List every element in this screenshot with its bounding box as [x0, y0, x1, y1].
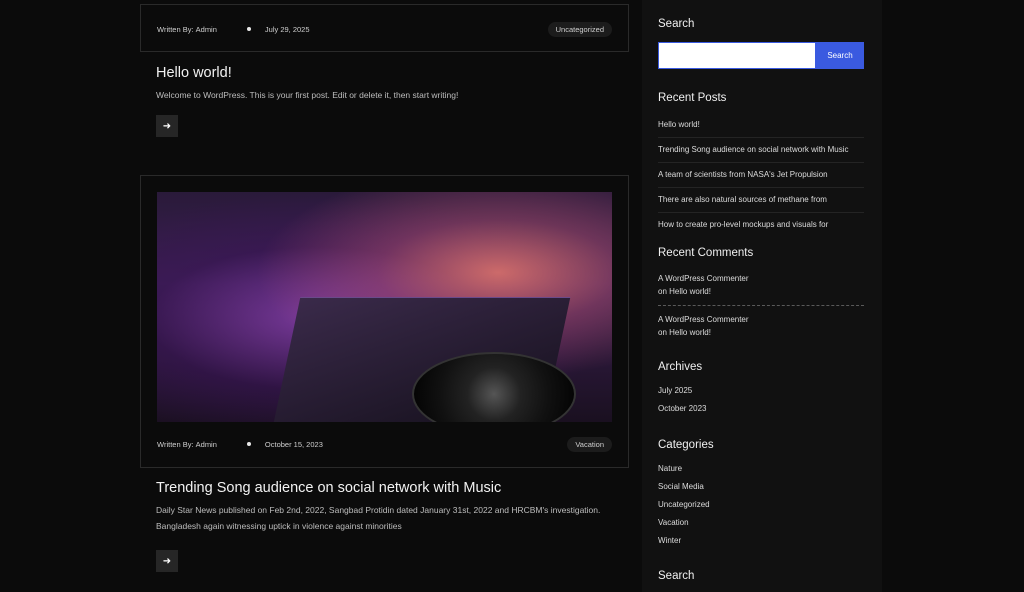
widget-title: Categories: [658, 439, 714, 451]
search-button[interactable]: Search: [816, 42, 864, 69]
comment-on: on: [658, 328, 667, 337]
category-badge[interactable]: Uncategorized: [547, 21, 612, 37]
category-link[interactable]: Winter: [658, 532, 864, 550]
category-link[interactable]: Vacation: [658, 514, 864, 532]
post-title[interactable]: Trending Song audience on social network…: [156, 480, 613, 496]
post-meta-card: Written By: Admin July 29, 2025 Uncatego…: [140, 4, 629, 52]
search-form: Search: [658, 42, 866, 69]
archives-list: July 2025 October 2023: [658, 382, 864, 418]
category-link[interactable]: Uncategorized: [658, 496, 864, 514]
post-date[interactable]: July 29, 2025: [265, 25, 310, 34]
widget-title: Recent Comments: [658, 247, 754, 259]
recent-post-link[interactable]: There are also natural sources of methan…: [658, 188, 864, 213]
categories-list: Nature Social Media Uncategorized Vacati…: [658, 460, 864, 550]
comment-post-link[interactable]: Hello world!: [669, 328, 711, 337]
post-body: Hello world! Welcome to WordPress. This …: [140, 65, 629, 137]
recent-posts-widget: Recent Posts Hello world! Trending Song …: [658, 92, 864, 237]
search-widget-bottom: Search: [658, 570, 864, 582]
author-link[interactable]: Admin: [196, 440, 217, 449]
arrow-right-icon: ➜: [162, 120, 172, 132]
archive-link[interactable]: July 2025: [658, 382, 864, 400]
comment-author[interactable]: A WordPress Commenter: [658, 313, 864, 326]
recent-post-link[interactable]: A team of scientists from NASA's Jet Pro…: [658, 163, 864, 188]
recent-comment: A WordPress Commenter on Hello world!: [658, 306, 864, 346]
recent-post-link[interactable]: How to create pro-level mockups and visu…: [658, 213, 864, 237]
post-featured-image[interactable]: [157, 192, 612, 422]
recent-posts-list: Hello world! Trending Song audience on s…: [658, 113, 864, 237]
read-more-button[interactable]: ➜: [156, 550, 178, 572]
widget-title: Archives: [658, 361, 703, 373]
author-link[interactable]: Admin: [196, 25, 217, 34]
widget-title: Recent Posts: [658, 92, 727, 104]
post-body: Trending Song audience on social network…: [140, 480, 629, 572]
category-link[interactable]: Nature: [658, 460, 864, 478]
categories-widget: Categories Nature Social Media Uncategor…: [658, 439, 864, 550]
search-input[interactable]: [658, 42, 816, 69]
separator-dot: [246, 27, 251, 31]
author-prefix: Written By:: [157, 439, 194, 449]
comment-post-link[interactable]: Hello world!: [669, 287, 711, 296]
post-card: Written By: Admin October 15, 2023 Vacat…: [140, 175, 629, 468]
post-date[interactable]: October 15, 2023: [265, 440, 323, 449]
search-widget: Search Search: [658, 18, 866, 69]
post-title[interactable]: Hello world!: [156, 65, 613, 81]
post-excerpt: Daily Star News published on Feb 2nd, 20…: [156, 502, 613, 534]
recent-post-link[interactable]: Trending Song audience on social network…: [658, 138, 864, 163]
widget-title: Search: [658, 570, 695, 582]
category-badge[interactable]: Vacation: [567, 436, 612, 452]
sidebar: Search Search Recent Posts Hello world! …: [642, 0, 882, 592]
arrow-right-icon: ➜: [162, 555, 172, 567]
recent-comments-list: A WordPress Commenter on Hello world! A …: [658, 265, 864, 346]
category-link[interactable]: Social Media: [658, 478, 864, 496]
post-excerpt: Welcome to WordPress. This is your first…: [156, 90, 459, 100]
author-prefix: Written By:: [157, 24, 194, 34]
post-meta: Written By: Admin July 29, 2025 Uncatego…: [141, 5, 628, 53]
separator-dot: [246, 442, 251, 446]
archive-link[interactable]: October 2023: [658, 400, 864, 418]
archives-widget: Archives July 2025 October 2023: [658, 361, 864, 418]
excerpt-line: Daily Star News published on Feb 2nd, 20…: [156, 505, 601, 515]
recent-post-link[interactable]: Hello world!: [658, 113, 864, 138]
comment-author[interactable]: A WordPress Commenter: [658, 272, 864, 285]
excerpt-line: Bangladesh again witnessing uptick in vi…: [156, 521, 402, 531]
recent-comment: A WordPress Commenter on Hello world!: [658, 265, 864, 306]
widget-title: Search: [658, 18, 695, 30]
comment-on: on: [658, 287, 667, 296]
recent-comments-widget: Recent Comments A WordPress Commenter on…: [658, 247, 864, 346]
read-more-button[interactable]: ➜: [156, 115, 178, 137]
post-meta: Written By: Admin October 15, 2023 Vacat…: [141, 422, 628, 466]
